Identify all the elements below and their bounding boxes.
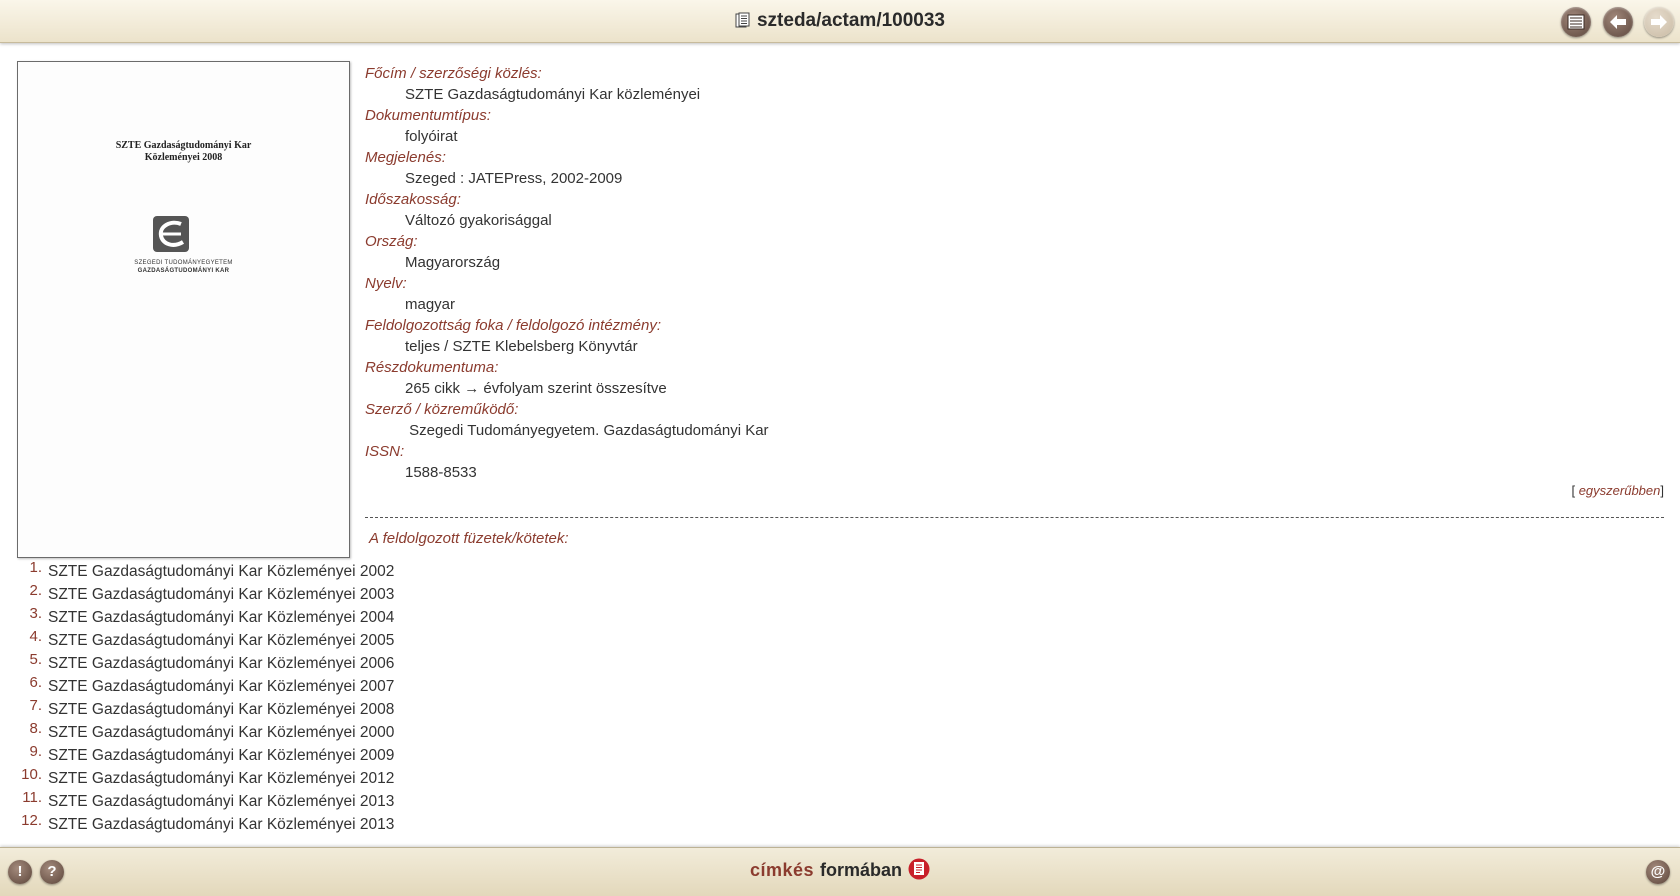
volume-link[interactable]: SZTE Gazdaságtudományi Kar Közleményei 2… xyxy=(48,746,394,765)
field-publication: Megjelenés: Szeged : JATEPress, 2002-200… xyxy=(365,148,1665,190)
field-value: teljes / SZTE Klebelsberg Könyvtár xyxy=(405,338,638,355)
field-label: ISSN: xyxy=(365,443,405,460)
at-icon[interactable]: @ xyxy=(1646,860,1670,884)
list-icon xyxy=(1567,14,1585,30)
field-author: Szerző / közreműködő: Szegedi Tudományeg… xyxy=(365,400,1665,442)
cover-title-line: SZTE Gazdaságtudományi Kar xyxy=(115,140,252,151)
volume-link[interactable]: SZTE Gazdaságtudományi Kar Közleményei 2… xyxy=(48,631,394,650)
field-value-link[interactable]: 265 cikk → évfolyam szerint összesítve xyxy=(365,378,1665,400)
field-label: Dokumentumtípus: xyxy=(365,107,491,124)
back-button[interactable] xyxy=(1603,7,1633,37)
list-item-number: 11. xyxy=(22,789,42,806)
cover-univ-line: GAZDASÁGTUDOMÁNYI KAR xyxy=(137,268,230,274)
volume-link[interactable]: SZTE Gazdaságtudományi Kar Közleményei 2… xyxy=(48,585,394,604)
list-view-button[interactable] xyxy=(1561,7,1591,37)
field-document-type: Dokumentumtípus: folyóirat xyxy=(365,106,1665,148)
page-title: szteda/actam/100033 xyxy=(0,10,1680,32)
volume-link[interactable]: SZTE Gazdaságtudományi Kar Közleményei 2… xyxy=(48,769,394,788)
field-label: Időszakosság: xyxy=(365,191,461,208)
format-switch: címkés formában xyxy=(0,858,1680,881)
cover-image[interactable]: SZTE Gazdaságtudományi Kar Közleményei 2… xyxy=(17,61,350,558)
page-title-text: szteda/actam/100033 xyxy=(756,10,945,31)
simpler-view-link[interactable]: egyszerűbben xyxy=(1579,483,1661,498)
volume-link[interactable]: SZTE Gazdaságtudományi Kar Közleményei 2… xyxy=(48,562,394,581)
field-label: Feldolgozottság foka / feldolgozó intézm… xyxy=(365,317,662,334)
field-label: Részdokumentuma: xyxy=(365,359,499,376)
field-label: Nyelv: xyxy=(365,275,407,292)
cover-university: SZEGEDI TUDOMÁNYEGYETEM GAZDASÁGTUDOMÁNY… xyxy=(18,259,349,275)
list-item-number: 2. xyxy=(29,582,42,599)
simpler-view: [ egyszerűbben] xyxy=(1571,483,1664,498)
volume-link[interactable]: SZTE Gazdaságtudományi Kar Közleményei 2… xyxy=(48,654,394,673)
field-issn: ISSN: 1588-8533 xyxy=(365,442,1665,484)
volume-link[interactable]: SZTE Gazdaságtudományi Kar Közleményei 2… xyxy=(48,815,394,834)
list-item-number: 1. xyxy=(29,559,42,576)
volume-link[interactable]: SZTE Gazdaságtudományi Kar Közleményei 2… xyxy=(48,700,394,719)
list-item-number: 8. xyxy=(29,720,42,737)
field-country: Ország: Magyarország xyxy=(365,232,1665,274)
field-value: Szeged : JATEPress, 2002-2009 xyxy=(405,170,623,187)
cover-title: SZTE Gazdaságtudományi Kar Közleményei 2… xyxy=(18,140,349,164)
field-value: folyóirat xyxy=(405,128,458,145)
document-icon xyxy=(735,12,750,28)
field-value: Változó gyakorisággal xyxy=(405,212,552,229)
field-label: Megjelenés: xyxy=(365,149,446,166)
field-language: Nyelv: magyar xyxy=(365,274,1665,316)
volume-link[interactable]: SZTE Gazdaságtudományi Kar Közleményei 2… xyxy=(48,677,394,696)
metadata-fields: Főcím / szerzőségi közlés: SZTE Gazdaság… xyxy=(365,64,1665,484)
list-item-number: 3. xyxy=(29,605,42,622)
arrow-left-icon xyxy=(1610,15,1626,29)
volume-link[interactable]: SZTE Gazdaságtudományi Kar Közleményei 2… xyxy=(48,608,394,627)
divider xyxy=(365,517,1664,518)
volumes-heading: A feldolgozott füzetek/kötetek: xyxy=(369,530,569,547)
field-value-link[interactable]: Szegedi Tudományegyetem. Gazdaságtudomán… xyxy=(365,420,1665,442)
field-processing: Feldolgozottság foka / feldolgozó intézm… xyxy=(365,316,1665,358)
cover-title-line: Közleményei 2008 xyxy=(144,152,223,163)
arrow-right-icon xyxy=(1651,15,1667,29)
cover-univ-line: SZEGEDI TUDOMÁNYEGYETEM xyxy=(134,260,233,266)
field-main-title: Főcím / szerzőségi közlés: SZTE Gazdaság… xyxy=(365,64,1665,106)
header-bar: szteda/actam/100033 xyxy=(0,0,1680,43)
field-subdocuments: Részdokumentuma: 265 cikk → évfolyam sze… xyxy=(365,358,1665,400)
footer-bar: ! ? címkés formában @ xyxy=(0,847,1680,896)
field-value: 1588-8533 xyxy=(405,464,477,481)
field-value: SZTE Gazdaságtudományi Kar közleményei xyxy=(405,86,701,103)
list-item-number: 10. xyxy=(21,766,42,783)
format-label: formában xyxy=(820,860,903,880)
list-item-number: 7. xyxy=(29,697,42,714)
list-item-number: 6. xyxy=(29,674,42,691)
volume-link[interactable]: SZTE Gazdaságtudományi Kar Közleményei 2… xyxy=(48,723,394,742)
bracket: ] xyxy=(1660,483,1664,498)
list-item-number: 4. xyxy=(29,628,42,645)
bracket: [ xyxy=(1571,483,1576,498)
list-item-number: 9. xyxy=(29,743,42,760)
pdf-document-icon[interactable] xyxy=(908,858,930,880)
field-frequency: Időszakosság: Változó gyakorisággal xyxy=(365,190,1665,232)
field-value: magyar xyxy=(405,296,456,313)
list-item-number: 12. xyxy=(21,812,42,829)
volume-link[interactable]: SZTE Gazdaságtudományi Kar Közleményei 2… xyxy=(48,792,394,811)
field-label: Ország: xyxy=(365,233,418,250)
list-item-number: 5. xyxy=(29,651,42,668)
labeled-format-link[interactable]: címkés xyxy=(750,860,814,880)
forward-button[interactable] xyxy=(1644,7,1674,37)
university-logo-icon xyxy=(153,216,189,252)
field-label: Szerző / közreműködő: xyxy=(365,401,519,418)
field-label: Főcím / szerzőségi közlés: xyxy=(365,65,542,82)
field-value: Magyarország xyxy=(405,254,501,271)
